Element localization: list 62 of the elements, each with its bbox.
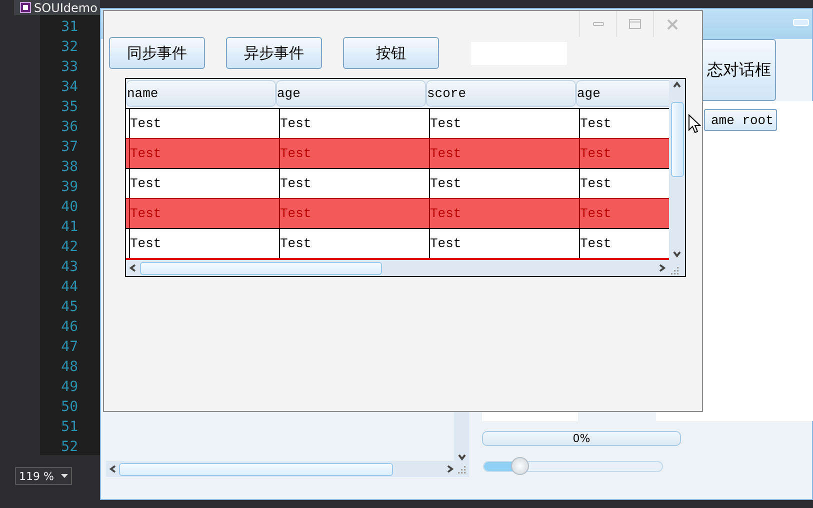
resize-grip-icon[interactable] xyxy=(669,265,679,275)
minimize-icon[interactable] xyxy=(793,19,809,26)
table-cell: Test xyxy=(129,229,279,258)
table-row[interactable]: Test Test Test Test xyxy=(126,108,669,138)
project-icon xyxy=(20,2,31,13)
line-number: 35 xyxy=(61,98,78,117)
line-number: 32 xyxy=(61,38,78,57)
root-button[interactable]: ame root xyxy=(704,109,777,131)
scroll-thumb[interactable] xyxy=(670,102,684,177)
horizontal-scrollbar[interactable] xyxy=(106,461,469,477)
minimize-icon xyxy=(592,22,604,26)
action-button[interactable]: 按钮 xyxy=(343,37,439,69)
column-header[interactable]: age xyxy=(576,80,669,107)
table-cell: Test xyxy=(279,229,429,258)
line-number: 34 xyxy=(61,78,78,97)
line-number: 44 xyxy=(61,278,78,297)
line-number: 39 xyxy=(61,178,78,197)
line-number: 45 xyxy=(61,298,78,317)
column-header[interactable]: age xyxy=(276,80,426,107)
line-number: 47 xyxy=(61,338,78,357)
vertical-scrollbar[interactable] xyxy=(454,411,469,461)
scroll-down-icon[interactable] xyxy=(458,453,466,461)
scroll-right-icon[interactable] xyxy=(446,465,454,473)
close-icon xyxy=(666,18,678,30)
line-number: 52 xyxy=(61,438,78,457)
action-button[interactable]: 异步事件 xyxy=(226,37,322,69)
scroll-left-icon[interactable] xyxy=(129,264,137,272)
line-number: 31 xyxy=(61,18,78,37)
line-number: 42 xyxy=(61,238,78,257)
line-number: 48 xyxy=(61,358,78,377)
scroll-left-icon[interactable] xyxy=(109,465,117,473)
table-row[interactable]: Test Test Test Test xyxy=(126,168,669,198)
line-number: 43 xyxy=(61,258,78,277)
progress-label: 0% xyxy=(572,432,590,445)
line-number: 50 xyxy=(61,398,78,417)
action-button[interactable]: 同步事件 xyxy=(109,37,205,69)
scroll-right-icon[interactable] xyxy=(658,264,666,272)
slider-thumb[interactable] xyxy=(510,457,529,475)
caret-icon xyxy=(61,474,68,478)
resize-grip-icon[interactable] xyxy=(456,464,466,474)
scroll-thumb[interactable] xyxy=(140,262,382,274)
vertical-scrollbar[interactable] xyxy=(669,79,685,260)
line-number: 40 xyxy=(61,198,78,217)
line-number: 41 xyxy=(61,218,78,237)
line-number: 38 xyxy=(61,158,78,177)
line-number: 33 xyxy=(61,58,78,77)
column-header[interactable]: score xyxy=(426,80,576,107)
maximize-icon xyxy=(629,19,641,29)
scroll-up-icon[interactable] xyxy=(673,81,681,89)
line-number: 49 xyxy=(61,378,78,397)
table-cell: Test xyxy=(429,229,579,258)
line-number: 51 xyxy=(61,418,78,437)
project-tab[interactable]: SOUIdemo xyxy=(14,0,100,15)
table-row[interactable]: Test Test Test Test xyxy=(126,228,669,258)
scroll-thumb[interactable] xyxy=(119,462,393,476)
line-number: 37 xyxy=(61,138,78,157)
scroll-down-icon[interactable] xyxy=(673,250,681,258)
column-header[interactable]: name xyxy=(126,80,276,107)
zoom-dropdown[interactable]: 119 % xyxy=(15,467,72,485)
horizontal-scrollbar[interactable] xyxy=(126,260,669,276)
line-number: 36 xyxy=(61,118,78,137)
line-number: 46 xyxy=(61,318,78,337)
